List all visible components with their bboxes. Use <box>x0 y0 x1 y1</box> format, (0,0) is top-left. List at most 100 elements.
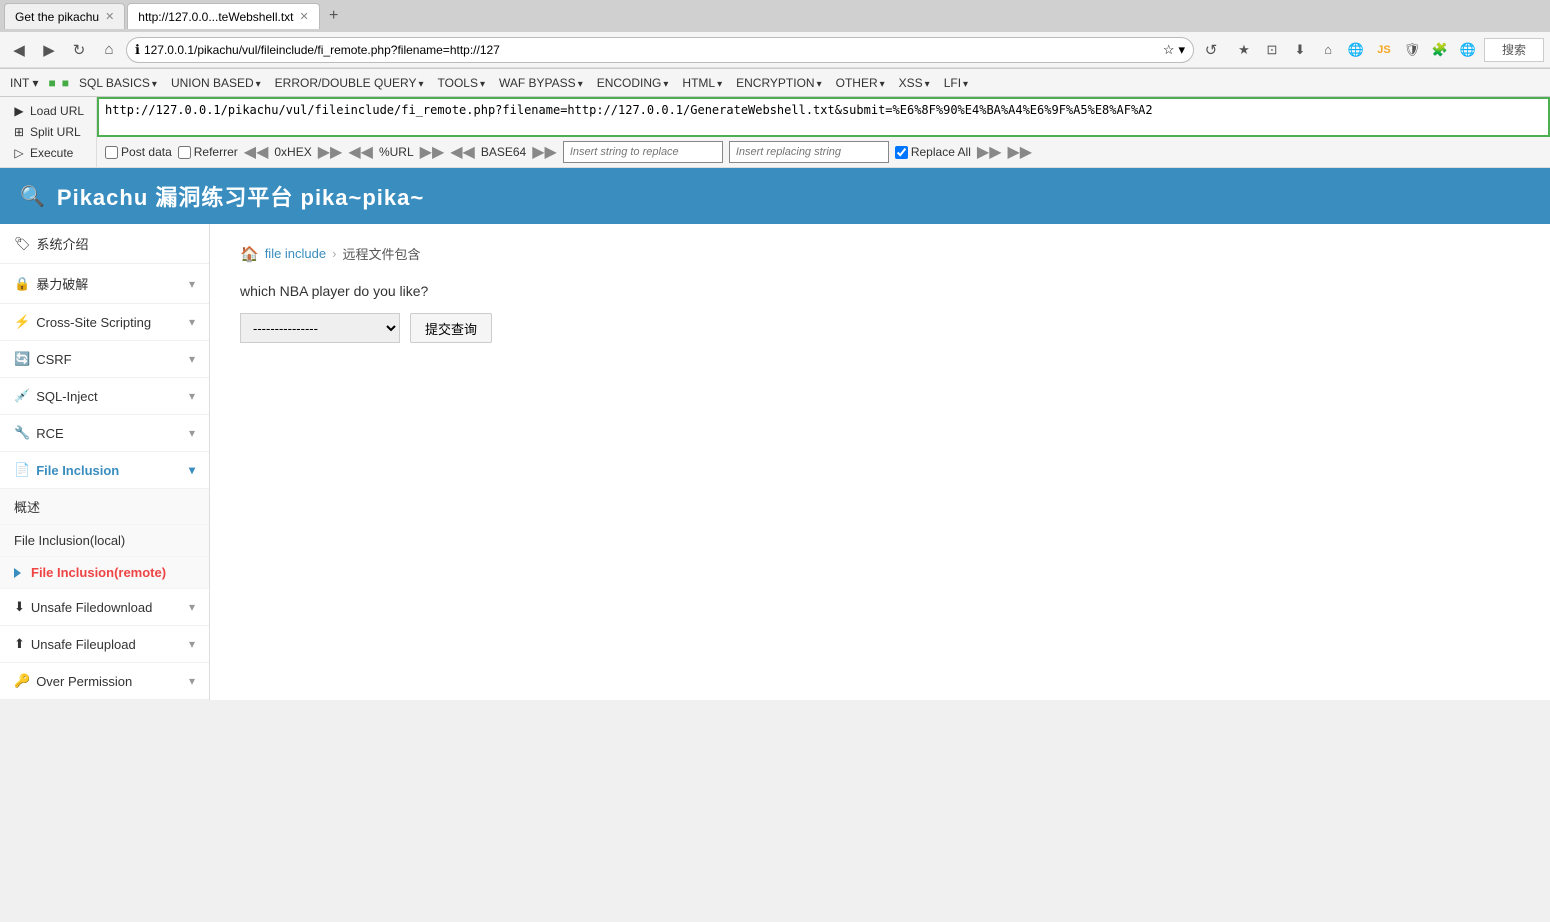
encode-left-arrow-1: ◀◀ <box>244 142 269 162</box>
tab-close-1[interactable]: ✕ <box>105 10 114 23</box>
hackbar-waf-bypass-menu[interactable]: WAF BYPASS <box>493 74 589 92</box>
sidebar-sub-file-inclusion-remote[interactable]: File Inclusion(remote) <box>0 557 209 589</box>
player-select[interactable]: --------------- <box>240 313 400 343</box>
hackbar-encryption-menu[interactable]: ENCRYPTION <box>730 74 828 92</box>
breadcrumb-file-include-link[interactable]: file include <box>265 246 326 261</box>
xss-icon-sidebar: ⚡ <box>14 314 30 330</box>
base64-label: BASE64 <box>481 145 526 159</box>
shield-icon[interactable]: 🛡 <box>1400 38 1424 62</box>
dropdown-icon[interactable]: ▾ <box>1178 42 1185 58</box>
app-body: 🏷 系统介绍 🔒 暴力破解 ▾ ⚡ Cross-Site Scripting ▾… <box>0 224 1550 700</box>
execute-label: Execute <box>30 146 73 160</box>
hackbar-url-section: http://127.0.0.1/pikachu/vul/fileinclude… <box>97 97 1550 167</box>
post-data-label: Post data <box>121 145 172 159</box>
insert-replacing-input[interactable] <box>729 141 889 163</box>
cross-site-arrow: ▾ <box>189 315 195 329</box>
submit-button[interactable]: 提交查询 <box>410 313 492 343</box>
vpn-icon[interactable]: 🌐 <box>1456 38 1480 62</box>
0xhex-label: 0xHEX <box>274 145 311 159</box>
js-icon[interactable]: JS <box>1372 38 1396 62</box>
address-bar-wrap: ℹ ☆ ▾ <box>126 37 1194 63</box>
bookmark-icon[interactable]: ☆ <box>1163 42 1175 58</box>
cross-site-label: Cross-Site Scripting <box>36 315 151 330</box>
hackbar-sidebar: ▶ Load URL ⊞ Split URL ▷ Execute <box>0 97 97 167</box>
bookmark-star-icon[interactable]: ★ <box>1232 38 1256 62</box>
home-nav-icon[interactable]: ⌂ <box>1316 38 1340 62</box>
globe-icon[interactable]: 🌐 <box>1344 38 1368 62</box>
sidebar-item-sys-intro[interactable]: 🏷 系统介绍 <box>0 224 209 264</box>
rce-icon: 🔧 <box>14 425 30 441</box>
hackbar-int-menu[interactable]: INT ▾ <box>4 74 44 92</box>
replace-all-checkbox[interactable] <box>895 146 908 159</box>
sidebar-item-cross-site[interactable]: ⚡ Cross-Site Scripting ▾ <box>0 304 209 341</box>
sidebar-item-unsafe-filedownload[interactable]: ⬇ Unsafe Filedownload ▾ <box>0 589 209 626</box>
download-icon-sidebar: ⬇ <box>14 599 25 615</box>
replace-arrow-2: ▶▶ <box>1008 142 1033 162</box>
encode-right-arrow-2: ▶▶ <box>420 142 445 162</box>
sidebar-item-brute-force[interactable]: 🔒 暴力破解 ▾ <box>0 264 209 304</box>
post-data-group: Post data <box>105 145 172 159</box>
sidebar-item-unsafe-fileupload[interactable]: ⬆ Unsafe Fileupload ▾ <box>0 626 209 663</box>
encode-left-arrow-3: ◀◀ <box>450 142 475 162</box>
lock-icon-sidebar: 🔒 <box>14 276 30 292</box>
hackbar-encoding-menu[interactable]: ENCODING <box>591 74 675 92</box>
sidebar-item-csrf[interactable]: 🔄 CSRF ▾ <box>0 341 209 378</box>
encode-left-arrow-2: ◀◀ <box>348 142 373 162</box>
hackbar-sql-basics-menu[interactable]: SQL BASICS <box>73 74 163 92</box>
csrf-icon: 🔄 <box>14 351 30 367</box>
hackbar-xss-menu[interactable]: XSS <box>893 74 936 92</box>
back-button[interactable]: ◀ <box>6 37 32 63</box>
forward-button[interactable]: ▶ <box>36 37 62 63</box>
app-title: Pikachu 漏洞练习平台 pika~pika~ <box>57 180 424 212</box>
rce-label: RCE <box>36 426 63 441</box>
sql-icon: 💉 <box>14 388 30 404</box>
insert-string-input[interactable] <box>563 141 723 163</box>
split-url-button[interactable]: ⊞ Split URL <box>8 123 85 141</box>
puzzle-icon[interactable]: 🧩 <box>1428 38 1452 62</box>
reload-button[interactable]: ↻ <box>66 37 92 63</box>
sidebar-item-file-inclusion[interactable]: 📄 File Inclusion ▾ <box>0 452 209 489</box>
address-input[interactable] <box>144 43 1159 57</box>
tab-webshell[interactable]: http://127.0.0...teWebshell.txt ✕ <box>127 3 319 29</box>
sidebar-item-over-permission[interactable]: 🔑 Over Permission ▾ <box>0 663 209 700</box>
sidebar-sub-file-inclusion-local[interactable]: File Inclusion(local) <box>0 525 209 557</box>
unsafe-filedownload-label: Unsafe Filedownload <box>31 600 152 615</box>
file-inclusion-arrow: ▾ <box>189 463 195 477</box>
execute-button[interactable]: ▷ Execute <box>8 144 77 162</box>
file-inclusion-label: File Inclusion <box>36 463 119 478</box>
search-input-nav[interactable]: 搜索 <box>1484 38 1544 62</box>
hackbar-other-menu[interactable]: OTHER <box>830 74 891 92</box>
referrer-checkbox[interactable] <box>178 146 191 159</box>
hackbar-error-double-menu[interactable]: ERROR/DOUBLE QUERY <box>269 74 430 92</box>
history-icon[interactable]: ⊡ <box>1260 38 1284 62</box>
sys-intro-label: 系统介绍 <box>37 234 89 253</box>
download-icon[interactable]: ⬇ <box>1288 38 1312 62</box>
sidebar-sub-overview[interactable]: 概述 <box>0 489 209 525</box>
home-button[interactable]: ⌂ <box>96 37 122 63</box>
nav-bar: ◀ ▶ ↻ ⌂ ℹ ☆ ▾ ↺ ★ ⊡ ⬇ ⌂ 🌐 JS 🛡 🧩 🌐 搜索 <box>0 32 1550 68</box>
sidebar-section-file-inclusion: 📄 File Inclusion ▾ 概述 File Inclusion(loc… <box>0 452 209 589</box>
file-inclusion-remote-label: File Inclusion(remote) <box>31 565 166 580</box>
over-permission-label: Over Permission <box>36 674 132 689</box>
hackbar-url-textarea[interactable]: http://127.0.0.1/pikachu/vul/fileinclude… <box>97 97 1550 137</box>
csrf-arrow: ▾ <box>189 352 195 366</box>
hackbar-union-based-menu[interactable]: UNION BASED <box>165 74 267 92</box>
post-data-checkbox[interactable] <box>105 146 118 159</box>
hackbar-html-menu[interactable]: HTML <box>676 74 728 92</box>
load-url-button[interactable]: ▶ Load URL <box>8 102 88 120</box>
breadcrumb-home-icon[interactable]: 🏠 <box>240 245 259 263</box>
tab-close-2[interactable]: ✕ <box>299 10 308 23</box>
breadcrumb-current: 远程文件包含 <box>342 244 420 263</box>
refresh-button[interactable]: ↺ <box>1198 37 1224 63</box>
sidebar-item-sql-inject[interactable]: 💉 SQL-Inject ▾ <box>0 378 209 415</box>
hackbar-tools-menu[interactable]: TOOLS <box>432 74 492 92</box>
hackbar-lfi-menu[interactable]: LFI <box>938 74 974 92</box>
execute-icon: ▷ <box>12 146 26 160</box>
browser-nav-icons: ★ ⊡ ⬇ ⌂ 🌐 JS 🛡 🧩 🌐 搜索 <box>1232 38 1544 62</box>
new-tab-button[interactable]: + <box>322 4 346 28</box>
referrer-label: Referrer <box>194 145 238 159</box>
hackbar-main: ▶ Load URL ⊞ Split URL ▷ Execute http://… <box>0 97 1550 167</box>
load-url-icon: ▶ <box>12 104 26 118</box>
tab-get-pikachu[interactable]: Get the pikachu ✕ <box>4 3 125 29</box>
sidebar-item-rce[interactable]: 🔧 RCE ▾ <box>0 415 209 452</box>
